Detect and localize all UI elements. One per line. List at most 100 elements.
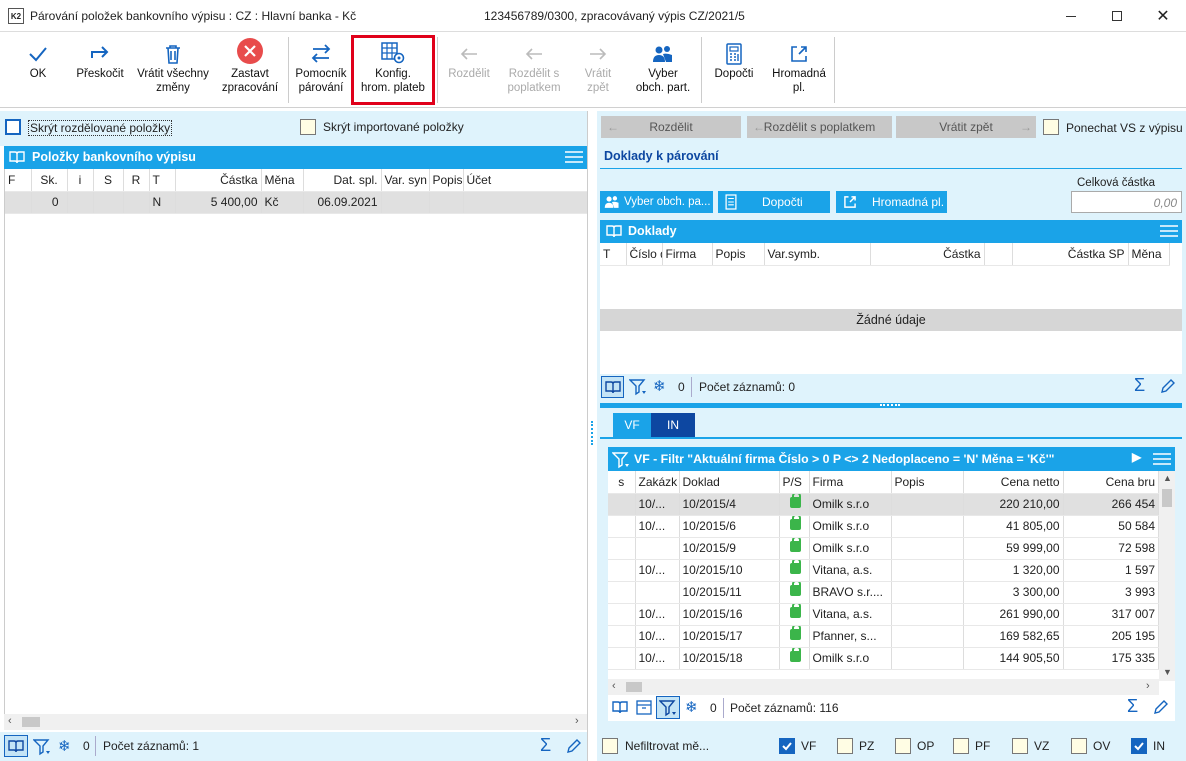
- table-row[interactable]: 10/... 10/2015/16 Vitana, a.s. 261 990,00 31…: [608, 603, 1159, 626]
- hide-imported-checkbox[interactable]: [300, 119, 316, 135]
- table-row[interactable]: 10/2015/9 Omilk s.r.o 59 999,00 72 598: [608, 537, 1159, 560]
- revert-all-button[interactable]: Vrátit všechny změny: [134, 33, 212, 108]
- col-amount[interactable]: Částka: [175, 169, 262, 192]
- snowflake-icon[interactable]: ❄: [58, 737, 71, 755]
- type-filter-bar: Nefiltrovat mě... VF PZ OP PF VZ OV IN: [597, 732, 1186, 761]
- bulk-payment-button-right[interactable]: Hromadná pl.: [836, 191, 947, 213]
- ok-button[interactable]: OK: [12, 33, 64, 108]
- invoices-filter-header: VF - Filtr "Aktuální firma Číslo > 0 P <…: [608, 447, 1175, 471]
- edit-icon[interactable]: [566, 738, 582, 754]
- lock-icon: [790, 515, 801, 530]
- sum-icon[interactable]: Σ: [1134, 375, 1145, 396]
- table-row[interactable]: 10/... 10/2015/4 Omilk s.r.o 220 210,00 266 …: [608, 493, 1159, 516]
- frozen-count: 0: [83, 739, 90, 753]
- no-data-row: Žádné údaje: [600, 309, 1182, 331]
- col-f[interactable]: F: [5, 169, 32, 192]
- book-icon: [9, 151, 25, 164]
- edit-icon[interactable]: [1160, 378, 1176, 394]
- split-fee-button-right[interactable]: ← Rozdělit s poplatkem: [747, 116, 892, 138]
- book-icon[interactable]: [601, 376, 624, 398]
- arrow-left-icon: [525, 48, 542, 60]
- users-icon: [604, 196, 619, 208]
- total-amount-field[interactable]: 0,00: [1071, 191, 1182, 213]
- menu-icon: [1160, 225, 1178, 237]
- filter-ov-checkbox[interactable]: [1071, 738, 1087, 754]
- doklady-header: Doklady: [600, 220, 1182, 243]
- col-sk[interactable]: Sk.: [31, 169, 68, 192]
- lock-icon: [790, 559, 801, 574]
- complete-button-right[interactable]: Dopočti: [718, 191, 830, 213]
- minimize-button[interactable]: [1048, 0, 1094, 32]
- bank-items-table: F Sk. i S R T Částka Měna Dat. spl. Var.…: [5, 169, 588, 214]
- filter-vz-checkbox[interactable]: [1012, 738, 1028, 754]
- col-varsym[interactable]: Var. syn: [381, 169, 430, 192]
- filter-title: VF - Filtr "Aktuální firma Číslo > 0 P <…: [634, 452, 1055, 466]
- vertical-splitter[interactable]: [587, 111, 597, 761]
- horizontal-scrollbar[interactable]: ‹ ›: [4, 714, 587, 730]
- table-row[interactable]: 10/2015/11 BRAVO s.r.... 3 300,00 3 993: [608, 581, 1159, 604]
- col-t[interactable]: T: [149, 169, 176, 192]
- select-partner-button-right[interactable]: Vyber obch. pa...: [600, 191, 713, 213]
- col-i[interactable]: i: [67, 169, 94, 192]
- bank-items-title: Položky bankovního výpisu: [32, 150, 196, 164]
- split-button-right[interactable]: ← Rozdělit: [601, 116, 741, 138]
- col-date[interactable]: Dat. spl.: [303, 169, 382, 192]
- tab-in[interactable]: IN: [651, 413, 695, 437]
- skip-button[interactable]: Přeskočit: [70, 33, 130, 108]
- tab-vf[interactable]: VF: [613, 413, 651, 437]
- bank-items-header: Položky bankovního výpisu: [4, 146, 587, 169]
- revert-button[interactable]: Vrátit zpět: [572, 33, 624, 108]
- sum-icon[interactable]: Σ: [540, 735, 551, 756]
- table-row[interactable]: 10/... 10/2015/10 Vitana, a.s. 1 320,00 1 59…: [608, 559, 1159, 582]
- snowflake-icon[interactable]: ❄: [653, 377, 666, 395]
- filter-icon[interactable]: [33, 738, 51, 756]
- complete-button[interactable]: Dopočti: [706, 33, 762, 108]
- col-s[interactable]: S: [93, 169, 124, 192]
- filter-op-checkbox[interactable]: [895, 738, 911, 754]
- filter-vf-checkbox[interactable]: [779, 738, 795, 754]
- horizontal-splitter[interactable]: [600, 403, 1182, 408]
- stop-processing-button[interactable]: Zastavt zpracování: [216, 33, 284, 108]
- revert-button-right[interactable]: Vrátit zpět →: [896, 116, 1036, 138]
- col-popis[interactable]: Popis: [429, 169, 464, 192]
- edit-icon[interactable]: [1153, 699, 1169, 715]
- nofilter-checkbox[interactable]: [602, 738, 618, 754]
- table-row[interactable]: 10/... 10/2015/6 Omilk s.r.o 41 805,00 50 58…: [608, 515, 1159, 538]
- sum-icon[interactable]: Σ: [1127, 696, 1138, 717]
- table-row[interactable]: 0 N 5 400,00 Kč 06.09.2021: [5, 191, 588, 214]
- toolbar-separator: [701, 37, 702, 103]
- split-button[interactable]: Rozdělit: [442, 33, 496, 108]
- filter-icon[interactable]: [629, 378, 647, 396]
- filter-pz-checkbox[interactable]: [837, 738, 853, 754]
- book-icon[interactable]: [4, 735, 28, 757]
- col-account[interactable]: Účet: [463, 169, 588, 192]
- left-options-bar: Skrýt rozdělované položky Skrýt importov…: [0, 111, 587, 146]
- select-partner-button[interactable]: Vyber obch. part.: [628, 33, 698, 108]
- maximize-button[interactable]: [1094, 0, 1140, 32]
- external-link-icon: [844, 196, 856, 208]
- table-row[interactable]: 10/... 10/2015/18 Omilk s.r.o 144 905,50 175…: [608, 647, 1159, 670]
- table-row[interactable]: 10/... 10/2015/17 Pfanner, s... 169 582,65 2…: [608, 625, 1159, 648]
- archive-icon[interactable]: [636, 700, 652, 715]
- col-currency[interactable]: Měna: [261, 169, 304, 192]
- vertical-scrollbar[interactable]: ▲ ▼: [1159, 471, 1175, 681]
- filter-icon[interactable]: [656, 696, 680, 719]
- doklady-title: Doklady: [628, 224, 677, 238]
- book-icon[interactable]: [612, 701, 628, 714]
- filter-in-checkbox[interactable]: [1131, 738, 1147, 754]
- horizontal-scrollbar[interactable]: ‹ ›: [608, 679, 1159, 695]
- keep-vs-checkbox[interactable]: [1043, 119, 1059, 135]
- invoices-grid: s Zakázk Doklad P/S Firma Popis Cena net…: [608, 471, 1175, 695]
- snowflake-icon[interactable]: ❄: [685, 698, 698, 716]
- menu-icon: [1153, 453, 1171, 465]
- col-r[interactable]: R: [123, 169, 150, 192]
- table-header-row: T Číslo d Firma Popis Var.symb. Částka Č…: [600, 243, 1170, 266]
- play-icon[interactable]: ▶: [1132, 450, 1141, 464]
- toolbar-separator: [834, 37, 835, 103]
- bulk-payment-button[interactable]: Hromadná pl.: [766, 33, 832, 108]
- close-window-button[interactable]: ✕: [1140, 0, 1186, 32]
- hide-split-checkbox[interactable]: [5, 119, 21, 135]
- split-fee-button[interactable]: Rozdělit s poplatkem: [500, 33, 568, 108]
- filter-pf-checkbox[interactable]: [953, 738, 969, 754]
- pairing-helper-button[interactable]: Pomocník párování: [290, 33, 352, 108]
